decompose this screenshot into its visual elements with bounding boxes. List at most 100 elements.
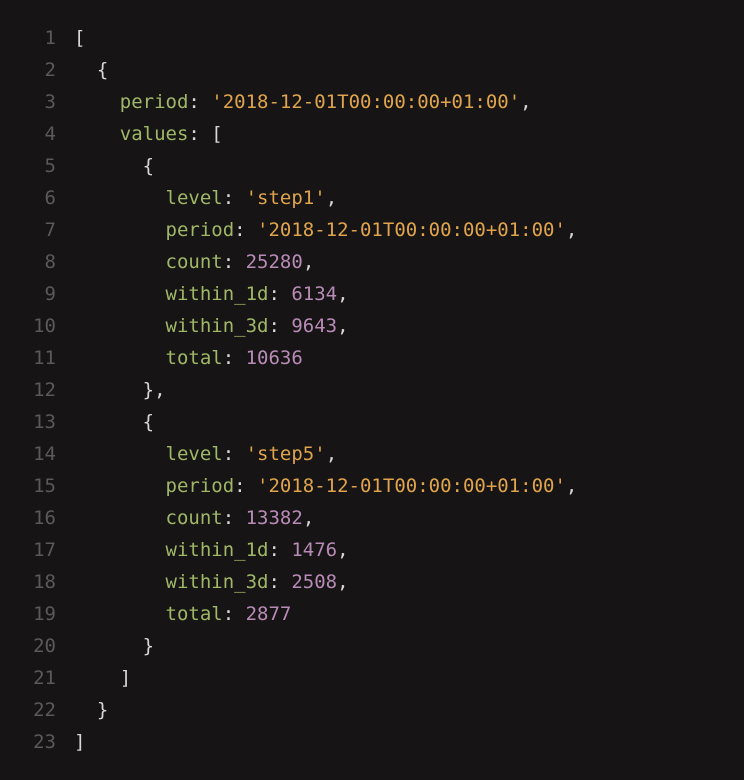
token-punc: }: [143, 635, 154, 657]
token-colon: :: [268, 315, 291, 337]
code-line[interactable]: total: 10636: [74, 342, 577, 374]
token-punc: ,: [566, 219, 577, 241]
token-key: within_1d: [166, 539, 269, 561]
line-number: 13: [0, 406, 56, 438]
code-line[interactable]: values: [: [74, 118, 577, 150]
code-line[interactable]: ]: [74, 726, 577, 758]
token-str: '2018-12-01T00:00:00+01:00': [257, 475, 566, 497]
line-number: 1: [0, 22, 56, 54]
token-colon: :: [188, 91, 211, 113]
token-num: 2877: [246, 603, 292, 625]
token-punc: {: [143, 411, 154, 433]
token-key: total: [166, 603, 223, 625]
code-line[interactable]: level: 'step1',: [74, 182, 577, 214]
token-str: '2018-12-01T00:00:00+01:00': [257, 219, 566, 241]
code-line[interactable]: within_1d: 1476,: [74, 534, 577, 566]
line-number: 12: [0, 374, 56, 406]
token-num: 25280: [246, 251, 303, 273]
code-line[interactable]: total: 2877: [74, 598, 577, 630]
token-punc: [: [74, 27, 85, 49]
code-line[interactable]: {: [74, 406, 577, 438]
token-punc: ]: [120, 667, 131, 689]
line-number: 20: [0, 630, 56, 662]
token-key: within_3d: [166, 315, 269, 337]
token-punc: ,: [337, 315, 348, 337]
token-punc: [: [211, 123, 222, 145]
code-line[interactable]: count: 25280,: [74, 246, 577, 278]
token-colon: :: [234, 219, 257, 241]
token-colon: :: [223, 603, 246, 625]
line-number: 2: [0, 54, 56, 86]
token-num: 1476: [291, 539, 337, 561]
token-colon: :: [268, 539, 291, 561]
token-punc: {: [97, 59, 108, 81]
line-number: 16: [0, 502, 56, 534]
code-editor[interactable]: 1234567891011121314151617181920212223 [ …: [0, 0, 744, 780]
line-number: 19: [0, 598, 56, 630]
code-line[interactable]: ]: [74, 662, 577, 694]
token-colon: :: [268, 283, 291, 305]
line-number: 22: [0, 694, 56, 726]
token-key: level: [166, 187, 223, 209]
token-colon: :: [223, 443, 246, 465]
token-colon: :: [223, 251, 246, 273]
line-number: 15: [0, 470, 56, 502]
token-key: total: [166, 347, 223, 369]
code-line[interactable]: within_1d: 6134,: [74, 278, 577, 310]
token-punc: ,: [337, 539, 348, 561]
code-line[interactable]: period: '2018-12-01T00:00:00+01:00',: [74, 214, 577, 246]
token-punc: ,: [520, 91, 531, 113]
line-number: 9: [0, 278, 56, 310]
token-str: '2018-12-01T00:00:00+01:00': [211, 91, 520, 113]
token-punc: {: [143, 155, 154, 177]
token-punc: },: [143, 379, 166, 401]
code-line[interactable]: within_3d: 2508,: [74, 566, 577, 598]
token-key: period: [120, 91, 189, 113]
line-number: 5: [0, 150, 56, 182]
line-number: 23: [0, 726, 56, 758]
code-line[interactable]: period: '2018-12-01T00:00:00+01:00',: [74, 86, 577, 118]
token-colon: :: [188, 123, 211, 145]
code-line[interactable]: [: [74, 22, 577, 54]
line-number: 6: [0, 182, 56, 214]
code-line[interactable]: },: [74, 374, 577, 406]
token-punc: ,: [303, 251, 314, 273]
token-key: count: [166, 507, 223, 529]
line-number: 21: [0, 662, 56, 694]
token-colon: :: [223, 187, 246, 209]
token-punc: ,: [337, 283, 348, 305]
line-number: 17: [0, 534, 56, 566]
token-colon: :: [223, 347, 246, 369]
token-punc: ,: [303, 507, 314, 529]
token-key: period: [166, 219, 235, 241]
code-line[interactable]: count: 13382,: [74, 502, 577, 534]
token-num: 2508: [291, 571, 337, 593]
token-punc: ,: [566, 475, 577, 497]
code-line[interactable]: {: [74, 54, 577, 86]
token-str: 'step1': [246, 187, 326, 209]
token-num: 10636: [246, 347, 303, 369]
line-number: 18: [0, 566, 56, 598]
token-key: count: [166, 251, 223, 273]
line-number: 8: [0, 246, 56, 278]
line-number: 3: [0, 86, 56, 118]
code-line[interactable]: within_3d: 9643,: [74, 310, 577, 342]
token-num: 9643: [291, 315, 337, 337]
token-num: 6134: [291, 283, 337, 305]
token-key: within_1d: [166, 283, 269, 305]
code-line[interactable]: period: '2018-12-01T00:00:00+01:00',: [74, 470, 577, 502]
line-number: 14: [0, 438, 56, 470]
token-key: within_3d: [166, 571, 269, 593]
token-num: 13382: [246, 507, 303, 529]
token-key: period: [166, 475, 235, 497]
line-number: 10: [0, 310, 56, 342]
code-line[interactable]: }: [74, 694, 577, 726]
token-colon: :: [234, 475, 257, 497]
code-line[interactable]: {: [74, 150, 577, 182]
code-content[interactable]: [ { period: '2018-12-01T00:00:00+01:00',…: [74, 22, 577, 758]
code-line[interactable]: }: [74, 630, 577, 662]
token-key: values: [120, 123, 189, 145]
token-punc: }: [97, 699, 108, 721]
code-line[interactable]: level: 'step5',: [74, 438, 577, 470]
token-punc: ]: [74, 731, 85, 753]
